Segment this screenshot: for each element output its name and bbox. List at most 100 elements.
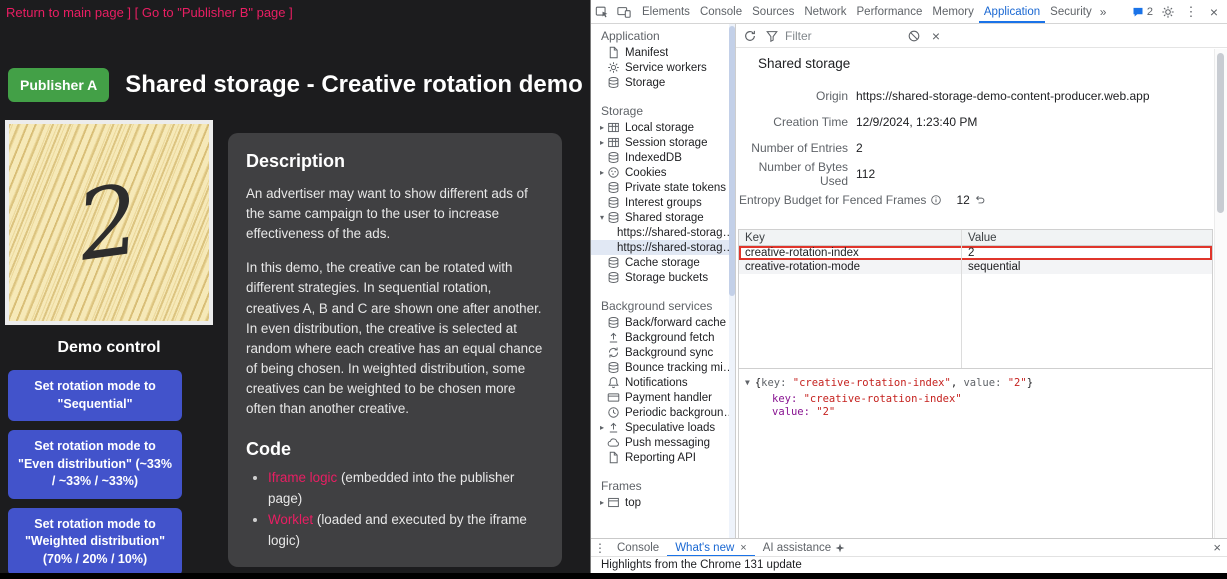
shared-storage-view: Shared storage Originhttps://shared-stor… <box>736 49 1213 538</box>
field-label: Number of Bytes Used <box>736 160 848 188</box>
preview-entry-value[interactable]: value: "2" <box>772 406 1212 419</box>
creative-number: 2 <box>72 171 146 275</box>
drawer-tab-what-s-new[interactable]: What's new× <box>667 539 755 557</box>
return-main-link[interactable]: Return to main page <box>6 5 124 20</box>
column-header-key[interactable]: Key <box>739 232 961 244</box>
drawer-tab-console[interactable]: Console <box>609 539 667 557</box>
clear-all-icon[interactable] <box>903 25 925 47</box>
device-toolbar-icon[interactable] <box>613 1 635 23</box>
sidebar-item-cache-storage[interactable]: Cache storage <box>591 255 735 270</box>
drawer-tab-label: Console <box>617 542 659 554</box>
sidebar-item-private-state-tokens[interactable]: Private state tokens <box>591 180 735 195</box>
sidebar-item-notifications[interactable]: Notifications <box>591 375 735 390</box>
settings-gear-icon[interactable] <box>1157 1 1179 23</box>
description-heading: Description <box>246 151 544 172</box>
delete-selected-icon[interactable]: × <box>925 25 947 47</box>
sidebar-item-background-fetch[interactable]: Background fetch <box>591 330 735 345</box>
sidebar-item-reporting-api[interactable]: Reporting API <box>591 450 735 465</box>
main-scrollbar[interactable] <box>1214 49 1227 538</box>
table-row-creative-rotation-index[interactable]: creative-rotation-index2 <box>739 246 1212 260</box>
sidebar-section-background-services: Background services <box>591 297 735 315</box>
sidebar-item-local-storage[interactable]: ▸Local storage <box>591 120 735 135</box>
rotation-mode-button-1[interactable]: Set rotation mode to "Even distribution"… <box>8 430 182 499</box>
sidebar-item-storage[interactable]: Storage <box>591 75 735 90</box>
sidebar-item-push-messaging[interactable]: Push messaging <box>591 435 735 450</box>
sidebar-item-label: Cookies <box>625 167 667 179</box>
entropy-row: Entropy Budget for Fenced Frames 12 <box>736 187 1213 213</box>
code-link-worklet[interactable]: Worklet <box>268 512 313 527</box>
tab-performance[interactable]: Performance <box>852 0 928 23</box>
tab-network[interactable]: Network <box>799 0 851 23</box>
cell-value: 2 <box>961 247 1212 259</box>
column-header-value[interactable]: Value <box>961 232 1212 244</box>
tab-sources[interactable]: Sources <box>747 0 799 23</box>
filter-input[interactable] <box>785 29 903 43</box>
tab-memory[interactable]: Memory <box>927 0 979 23</box>
close-drawer-icon[interactable]: × <box>1213 540 1221 555</box>
sidebar-item-background-sync[interactable]: Background sync <box>591 345 735 360</box>
sidebar-item-session-storage[interactable]: ▸Session storage <box>591 135 735 150</box>
sidebar-item-manifest[interactable]: Manifest <box>591 45 735 60</box>
preview-entry-key[interactable]: key: "creative-rotation-index" <box>772 393 1212 406</box>
sidebar-item-bounce-tracking-miti[interactable]: Bounce tracking miti… <box>591 360 735 375</box>
sidebar-item-label: IndexedDB <box>625 152 682 164</box>
sidebar-item-shared-storage[interactable]: ▾Shared storage <box>591 210 735 225</box>
issues-badge[interactable]: 2 <box>1129 6 1156 18</box>
db-icon <box>607 211 620 224</box>
sidebar-item-interest-groups[interactable]: Interest groups <box>591 195 735 210</box>
tab-console[interactable]: Console <box>695 0 747 23</box>
sidebar-item-indexeddb[interactable]: IndexedDB <box>591 150 735 165</box>
entropy-label: Entropy Budget for Fenced Frames <box>739 193 926 207</box>
close-icon[interactable]: × <box>740 542 746 554</box>
sidebar-scrollbar-thumb[interactable] <box>729 26 735 296</box>
rotation-mode-button-2[interactable]: Set rotation mode to "Weighted distribut… <box>8 508 182 574</box>
refresh-icon[interactable] <box>739 25 761 47</box>
drawer-menu-icon[interactable]: ⋮ <box>591 541 609 555</box>
kebab-menu-icon[interactable]: ⋮ <box>1180 1 1202 23</box>
expand-arrow-icon[interactable]: ▼ <box>745 376 750 390</box>
sidebar-item-https-shared-storage[interactable]: https://shared-storage… <box>591 225 735 240</box>
sidebar-item-cookies[interactable]: ▸ Cookies <box>591 165 735 180</box>
sidebar-item-service-workers[interactable]: Service workers <box>591 60 735 75</box>
sidebar-section-storage: Storage <box>591 102 735 120</box>
page-title: Shared storage - Creative rotation demo <box>125 71 582 99</box>
sidebar-item-storage-buckets[interactable]: Storage buckets <box>591 270 735 285</box>
publisher-b-link[interactable]: Go to "Publisher B" page <box>142 5 286 20</box>
inspect-icon[interactable] <box>591 1 613 23</box>
expand-arrow-icon: ▸ <box>597 498 607 507</box>
sidebar-scrollbar[interactable] <box>729 24 735 538</box>
info-icon[interactable] <box>930 194 942 206</box>
sidebar-item-label: Manifest <box>625 47 668 59</box>
more-tabs-icon[interactable]: » <box>1097 5 1110 19</box>
sidebar-item-payment-handler[interactable]: Payment handler <box>591 390 735 405</box>
sidebar-item-periodic-backgroun[interactable]: Periodic backgroun… <box>591 405 735 420</box>
sidebar-item-top[interactable]: ▸top <box>591 495 735 510</box>
fetch-icon <box>607 331 620 344</box>
whats-new-header: Highlights from the Chrome 131 update <box>591 556 1227 573</box>
drawer-tab-ai-assistance[interactable]: AI assistance <box>755 539 853 557</box>
bottom-strip <box>0 573 1227 579</box>
sidebar-item-label: Speculative loads <box>625 422 715 434</box>
db-icon <box>607 76 620 89</box>
db-icon <box>607 196 620 209</box>
tab-elements[interactable]: Elements <box>637 0 695 23</box>
tab-application[interactable]: Application <box>979 0 1045 23</box>
expand-arrow-icon: ▸ <box>597 168 607 177</box>
code-link-iframe-logic[interactable]: Iframe logic <box>268 470 337 485</box>
sync-icon <box>607 346 620 359</box>
table-rows: creative-rotation-index2creative-rotatio… <box>739 246 1212 274</box>
rotation-mode-button-0[interactable]: Set rotation mode to "Sequential" <box>8 370 182 421</box>
table-row-creative-rotation-mode[interactable]: creative-rotation-modesequential <box>739 260 1212 274</box>
preview-summary[interactable]: ▼{key: "creative-rotation-index", value:… <box>745 376 1212 391</box>
main-scrollbar-thumb[interactable] <box>1217 53 1224 213</box>
sidebar-item-speculative-loads[interactable]: ▸Speculative loads <box>591 420 735 435</box>
sidebar-item-https-shared-storage[interactable]: https://shared-storage… <box>591 240 735 255</box>
tab-security[interactable]: Security <box>1045 0 1097 23</box>
sidebar-item-label: Local storage <box>625 122 694 134</box>
cookie-icon <box>607 166 620 179</box>
reset-budget-icon[interactable] <box>974 194 986 206</box>
close-devtools-icon[interactable]: × <box>1203 1 1225 23</box>
sidebar-item-back-forward-cache[interactable]: Back/forward cache <box>591 315 735 330</box>
field-label: Creation Time <box>736 115 848 129</box>
description-panel: Description An advertiser may want to sh… <box>228 133 562 567</box>
